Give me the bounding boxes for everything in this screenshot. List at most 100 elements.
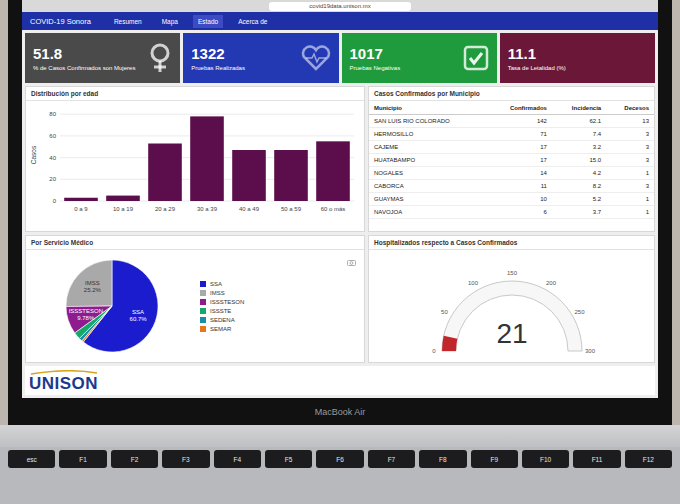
keyboard-key[interactable]: F5 xyxy=(265,450,312,468)
keyboard-key[interactable]: F6 xyxy=(316,450,363,468)
table-cell: 3 xyxy=(606,141,654,154)
keyboard-key[interactable]: F9 xyxy=(471,450,518,468)
stat-label: Tasa de Letalidad (%) xyxy=(508,65,566,71)
column-header[interactable]: Municipio xyxy=(369,101,487,115)
age-bar[interactable] xyxy=(190,116,224,201)
photo: covid19data.unison.mx COVID-19 Sonora Resu… xyxy=(0,0,680,504)
legend-item[interactable]: ISSSTE xyxy=(200,308,244,314)
panel-title: Distribución por edad xyxy=(26,87,364,101)
keyboard-key[interactable]: F7 xyxy=(368,450,415,468)
keyboard: escF1 F2F3 F4F5F6 F7F8 F9F10F11 F12 xyxy=(0,447,680,504)
column-header[interactable]: Confirmados xyxy=(487,101,552,115)
legend-swatch xyxy=(200,308,206,314)
table-cell: 1 xyxy=(606,206,654,219)
screen: covid19data.unison.mx COVID-19 Sonora Resu… xyxy=(22,0,658,398)
y-tick: 20 xyxy=(49,176,56,182)
gauge-tick: 0 xyxy=(432,348,436,354)
camera-icon[interactable] xyxy=(347,259,356,266)
table-row[interactable]: HERMOSILLO717.43 xyxy=(369,128,654,141)
table-row[interactable]: GUAYMAS105.21 xyxy=(369,193,654,206)
legend-item[interactable]: ISSSTESON xyxy=(200,299,244,305)
nav-item[interactable]: Acerca de xyxy=(233,15,272,28)
column-header[interactable]: Incidencia xyxy=(552,101,606,115)
table-row[interactable]: SAN LUIS RIO COLORADO14262.113 xyxy=(369,115,654,128)
stat-card: 51.8 % de Casos Confirmados son Mujeres xyxy=(25,33,180,83)
keyboard-key[interactable]: F12 xyxy=(625,450,672,468)
age-bar[interactable] xyxy=(148,144,182,202)
table-cell: 1 xyxy=(606,167,654,180)
gauge-tick: 250 xyxy=(574,309,585,315)
x-tick: 20 a 29 xyxy=(155,206,176,212)
nav-item[interactable]: Resumen xyxy=(109,15,147,28)
table-cell: 15.0 xyxy=(552,154,606,167)
legend-item[interactable]: IMSS xyxy=(200,290,244,296)
table-cell: 6 xyxy=(487,206,552,219)
keyboard-key[interactable]: F3 xyxy=(162,450,209,468)
stat-value: 1322 xyxy=(191,45,245,62)
x-tick: 10 a 19 xyxy=(113,206,134,212)
table-cell: 5.2 xyxy=(552,193,606,206)
legend-item[interactable]: SEDENA xyxy=(200,317,244,323)
dashboard: 51.8% de Casos Confirmados son Mujeres13… xyxy=(22,30,658,398)
age-bar[interactable] xyxy=(64,198,98,201)
age-bar[interactable] xyxy=(316,141,350,201)
table-cell: 142 xyxy=(487,115,552,128)
legend-swatch xyxy=(200,299,206,305)
browser-chrome: covid19data.unison.mx xyxy=(22,0,658,12)
hospitalized-gauge: 05010015020025030021 xyxy=(372,253,652,359)
pie-legend: SSA IMSS ISSSTESON ISSSTE SEDENA SEMAR xyxy=(200,281,244,332)
table-row[interactable]: CAJEME173.23 xyxy=(369,141,654,154)
x-tick: 0 a 9 xyxy=(74,206,88,212)
municipios-panel: Casos Confirmados por MunicipioMunicipio… xyxy=(368,86,655,232)
column-header[interactable]: Decesos xyxy=(606,101,654,115)
keyboard-key[interactable]: F10 xyxy=(522,450,569,468)
table-cell: 17 xyxy=(487,154,552,167)
laptop-body xyxy=(0,425,680,447)
legend-item[interactable]: SEMAR xyxy=(200,326,244,332)
table-row[interactable]: NOGALES144.21 xyxy=(369,167,654,180)
gauge-value: 21 xyxy=(496,318,527,349)
table-cell: 10 xyxy=(487,193,552,206)
keyboard-key[interactable]: F8 xyxy=(419,450,466,468)
keyboard-key[interactable]: esc xyxy=(8,450,55,468)
table-cell: 62.1 xyxy=(552,115,606,128)
table-cell: 17 xyxy=(487,141,552,154)
stat-label: Pruebas Realizadas xyxy=(191,65,245,71)
y-axis-label: Casos xyxy=(30,145,37,164)
table-cell: 3 xyxy=(606,128,654,141)
app-title[interactable]: COVID-19 Sonora xyxy=(30,17,91,26)
table-cell: SAN LUIS RIO COLORADO xyxy=(369,115,487,128)
keyboard-key[interactable]: F2 xyxy=(111,450,158,468)
gauge-panel: Hospitalizados respecto a Casos Confirma… xyxy=(368,235,655,363)
footer: UNISON xyxy=(25,366,655,395)
age-bar[interactable] xyxy=(232,150,266,201)
top-row: Distribución por edad020406080Casos0 a 9… xyxy=(25,86,655,232)
table-cell: 1 xyxy=(606,193,654,206)
panel-title: Casos Confirmados por Municipio xyxy=(369,87,654,101)
pie-slice[interactable] xyxy=(66,260,112,307)
keyboard-key[interactable]: F4 xyxy=(214,450,261,468)
age-panel: Distribución por edad020406080Casos0 a 9… xyxy=(25,86,365,232)
table-cell: 13 xyxy=(606,115,654,128)
nav-item[interactable]: Estado xyxy=(193,15,223,28)
keyboard-key[interactable]: F11 xyxy=(573,450,620,468)
legend-item[interactable]: SSA xyxy=(200,281,244,287)
gauge-fill xyxy=(442,336,457,351)
table-cell: NOGALES xyxy=(369,167,487,180)
keyboard-key[interactable]: F1 xyxy=(59,450,106,468)
age-bar[interactable] xyxy=(106,196,140,201)
laptop-lid: covid19data.unison.mx COVID-19 Sonora Resu… xyxy=(8,0,672,425)
nav-item[interactable]: Mapa xyxy=(157,15,183,28)
stat-value: 11.1 xyxy=(508,45,566,62)
table-row[interactable]: HUATABAMPO1715.03 xyxy=(369,154,654,167)
address-bar[interactable]: covid19data.unison.mx xyxy=(269,2,410,11)
table-row[interactable]: CABORCA118.23 xyxy=(369,180,654,193)
legend-swatch xyxy=(200,326,206,332)
age-bar[interactable] xyxy=(274,150,308,201)
table-cell: CABORCA xyxy=(369,180,487,193)
stat-label: % de Casos Confirmados son Mujeres xyxy=(33,65,135,71)
stat-value: 51.8 xyxy=(33,45,135,62)
heart-icon xyxy=(301,45,331,71)
table-row[interactable]: NAVOJOA63.71 xyxy=(369,206,654,219)
stat-label: Pruebas Negativas xyxy=(350,65,401,71)
